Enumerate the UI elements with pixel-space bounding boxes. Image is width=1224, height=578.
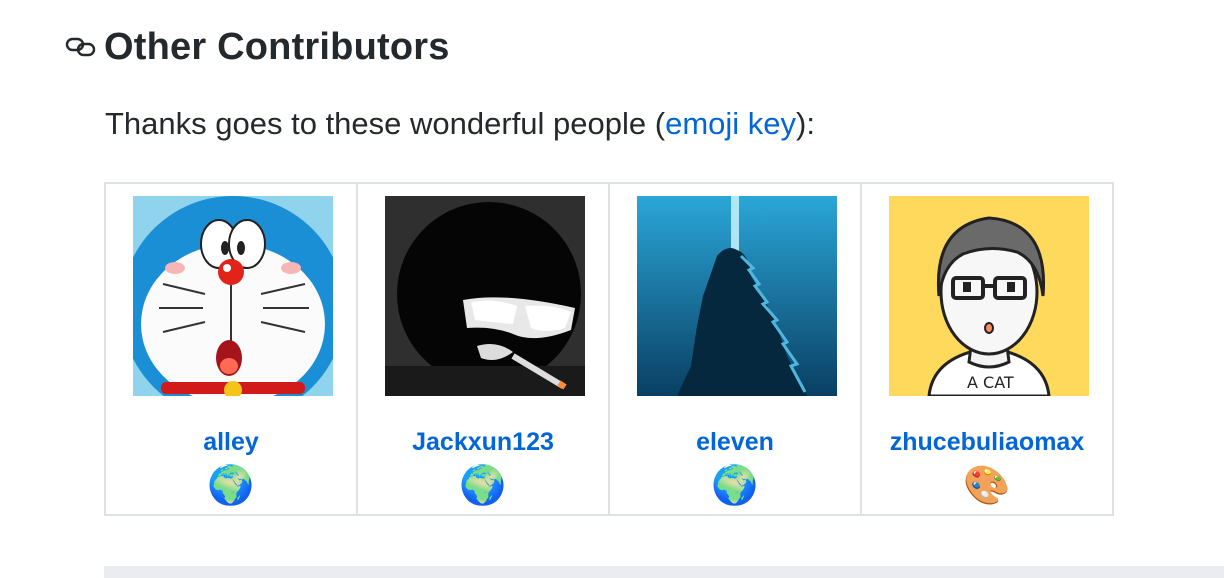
intro-prefix: Thanks goes to these wonderful people ( — [105, 106, 666, 141]
contributor-cell: Jackxun123 🌍 — [356, 182, 610, 516]
intro-text: Thanks goes to these wonderful people (e… — [105, 106, 815, 142]
emoji-key-link[interactable]: emoji key — [665, 106, 796, 141]
cartoon-man-avatar[interactable]: A CAT — [889, 196, 1089, 396]
masked-figure-avatar[interactable] — [385, 196, 585, 396]
next-section-edge — [104, 566, 1224, 578]
godzilla-avatar[interactable] — [637, 196, 837, 396]
contributor-name[interactable]: eleven — [610, 428, 860, 457]
contributor-cell: eleven 🌍 — [608, 182, 862, 516]
contributor-name[interactable]: Jackxun123 — [358, 428, 608, 457]
contributor-cell: A CAT zhucebuliaomax 🎨 — [860, 182, 1114, 516]
contributor-cell: alley 🌍 — [104, 182, 358, 516]
globe-icon[interactable]: 🌍 — [106, 464, 356, 508]
page-title: Other Contributors — [104, 25, 450, 68]
globe-icon[interactable]: 🌍 — [358, 464, 608, 508]
globe-icon[interactable]: 🌍 — [610, 464, 860, 508]
contributors-table: alley 🌍 Jackxun123 🌍 eleven 🌍 A CAT zhuc… — [104, 182, 1114, 516]
table-row: alley 🌍 Jackxun123 🌍 eleven 🌍 A CAT zhuc… — [104, 182, 1114, 516]
section-heading: Other Contributors — [64, 22, 450, 72]
palette-icon[interactable]: 🎨 — [862, 464, 1112, 508]
svg-text:A CAT: A CAT — [967, 373, 1014, 392]
contributor-name[interactable]: zhucebuliaomax — [862, 428, 1112, 457]
link-icon[interactable] — [64, 32, 98, 62]
contributor-name[interactable]: alley — [106, 428, 356, 457]
doraemon-avatar[interactable] — [133, 196, 333, 396]
intro-suffix: ): — [796, 106, 815, 141]
